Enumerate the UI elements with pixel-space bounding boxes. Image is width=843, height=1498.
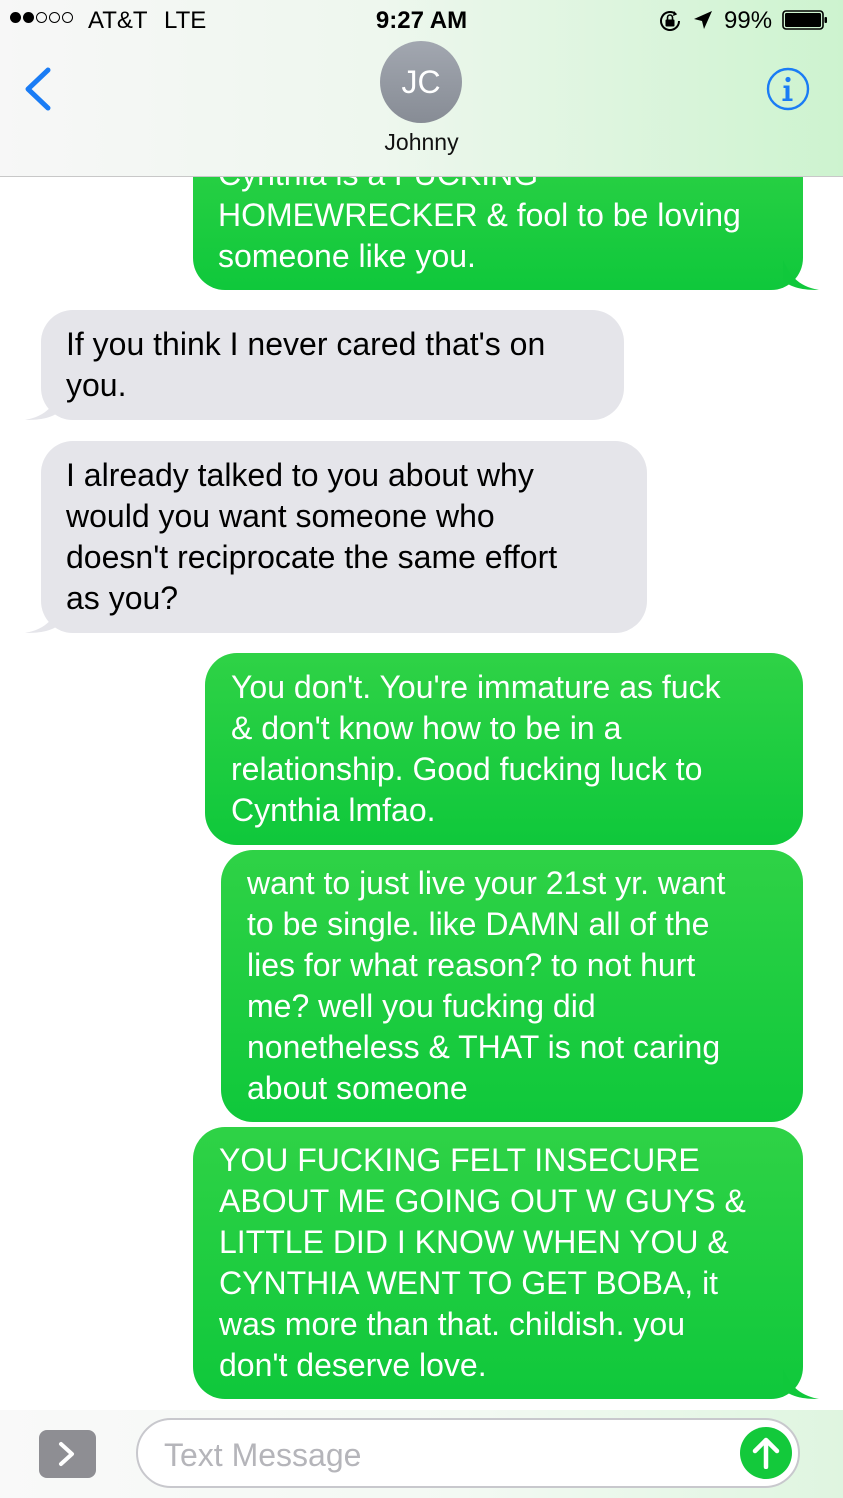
sent-message[interactable]: You don't. You're immature as fuck & don… [205, 653, 803, 845]
message-line: me? well you fucking did [247, 988, 596, 1024]
back-chevron-icon[interactable] [22, 66, 54, 112]
bubble-tail [783, 1369, 819, 1399]
received-message[interactable]: If you think I never cared that's on you… [25, 310, 624, 420]
text-message-input[interactable] [162, 1430, 726, 1480]
battery-icon [782, 10, 827, 30]
message-line: lies for what reason? to not hurt [247, 947, 696, 983]
rotation-lock-icon [660, 11, 680, 31]
message-line: Cynthia lmfao. [231, 792, 436, 828]
status-bar: AT&T LTE 9:27 AM 99% [0, 0, 843, 42]
bubble-tail [25, 603, 61, 633]
message-line: ABOUT ME GOING OUT W GUYS & [219, 1183, 746, 1219]
message-line: & don't know how to be in a [231, 710, 622, 746]
message-line: about someone [247, 1070, 468, 1106]
info-icon[interactable] [766, 67, 810, 111]
message-line: would you want someone who [66, 498, 495, 534]
send-button[interactable] [740, 1427, 792, 1479]
contact-avatar[interactable]: JC [380, 41, 462, 123]
contact-name[interactable]: Johnny [0, 129, 843, 156]
message-line: someone like you. [218, 238, 476, 274]
message-line: as you? [66, 580, 179, 616]
message-line: nonetheless & THAT is not caring [247, 1029, 721, 1065]
message-line: If you think I never cared that's on [66, 326, 546, 362]
message-line: you. [66, 367, 127, 403]
message-line: HOMEWRECKER & fool to be loving [218, 197, 741, 233]
message-line: want to just live your 21st yr. want [247, 865, 726, 901]
received-message[interactable]: I already talked to you about why would … [25, 441, 647, 633]
bubble-tail [783, 260, 819, 290]
message-line: LITTLE DID I KNOW WHEN YOU & [219, 1224, 729, 1260]
arrow-up-icon [752, 1437, 780, 1469]
location-arrow-icon [694, 11, 712, 29]
message-line: to be single. like DAMN all of the [247, 906, 710, 942]
sent-message[interactable]: want to just live your 21st yr. want to … [221, 850, 803, 1122]
message-input-bar [0, 1410, 843, 1498]
text-message-field[interactable] [136, 1418, 800, 1488]
battery-percentage: 99% [724, 7, 773, 34]
conversation-header: AT&T LTE 9:27 AM 99% JC Johnny [0, 0, 843, 177]
message-line: doesn't reciprocate the same effort [66, 539, 558, 575]
status-time: 9:27 AM [375, 7, 468, 34]
message-line: relationship. Good fucking luck to [231, 751, 703, 787]
bubble-tail [25, 390, 61, 420]
message-line: I already talked to you about why [66, 457, 534, 493]
message-line: CYNTHIA WENT TO GET BOBA, it [219, 1265, 719, 1301]
sent-message[interactable]: YOU FUCKING FELT INSECURE ABOUT ME GOING… [193, 1127, 819, 1399]
apps-expand-button[interactable] [39, 1430, 96, 1478]
chevron-right-icon [59, 1442, 74, 1466]
message-line: don't deserve love. [219, 1347, 487, 1383]
message-line: YOU FUCKING FELT INSECURE [219, 1142, 700, 1178]
message-line: You don't. You're immature as fuck [231, 669, 721, 705]
message-line: was more than that. childish. you [219, 1306, 686, 1342]
